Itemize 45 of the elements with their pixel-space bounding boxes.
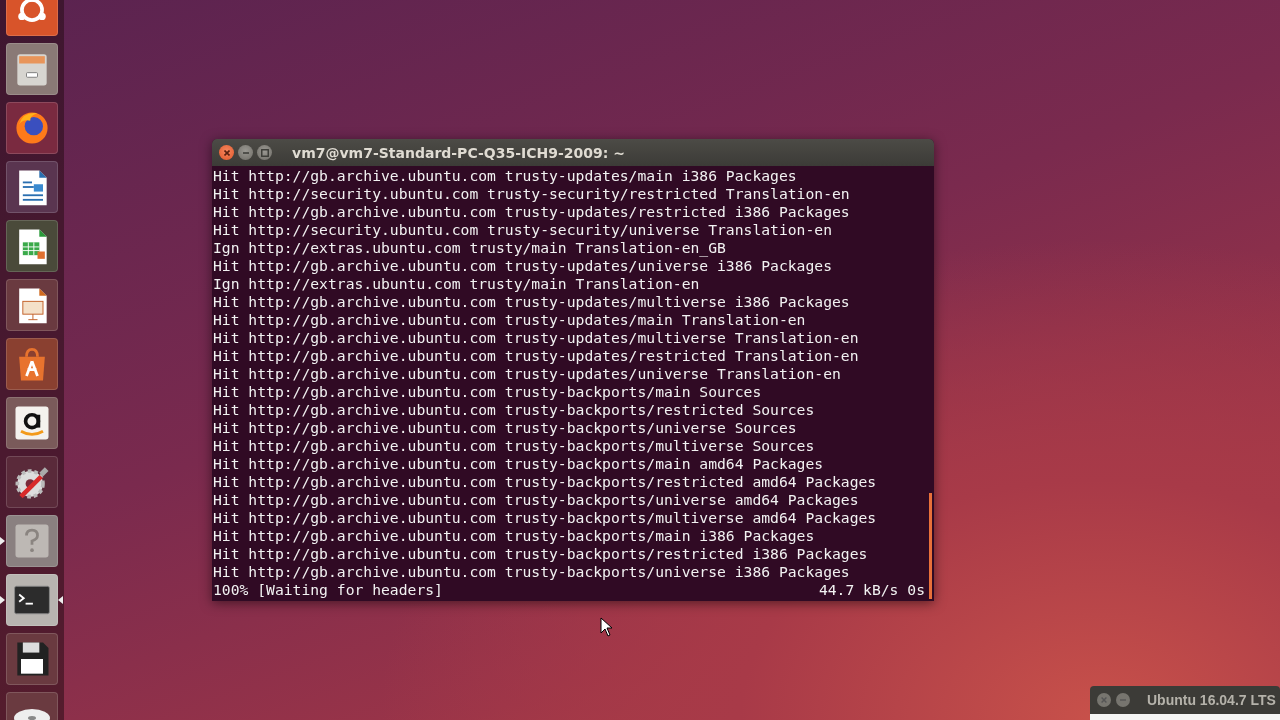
terminal-line: Hit http://gb.archive.ubuntu.com trusty-backports/restricted amd64 Packages [213,473,878,491]
close-icon [223,149,230,156]
launcher-item[interactable] [6,456,58,508]
terminal-line: Hit http://gb.archive.ubuntu.com trusty-backports/multiverse amd64 Packages [213,509,878,527]
terminal-line: Hit http://gb.archive.ubuntu.com trusty-updates/universe i386 Packages [213,257,833,275]
download-speed: 44.7 kB/s 0s [818,581,925,599]
minimize-button[interactable] [238,145,253,160]
progress-text: 100% [Waiting for headers] [213,581,443,599]
terminal-line: Hit http://gb.archive.ubuntu.com trusty-backports/main i386 Packages [213,527,816,545]
terminal-line: Hit http://security.ubuntu.com trusty-security/universe Translation-en [213,221,833,239]
terminal-line: Hit http://gb.archive.ubuntu.com trusty-updates/main i386 Packages [213,167,798,185]
terminal-line: Hit http://gb.archive.ubuntu.com trusty-updates/restricted Translation-en [213,347,860,365]
terminal-line: Hit http://security.ubuntu.com trusty-security/restricted Translation-en [213,185,851,203]
terminal-line: Ign http://extras.ubuntu.com trusty/main Translation-en_GB [213,239,727,257]
terminal-line: Hit http://gb.archive.ubuntu.com trusty-updates/universe Translation-en [213,365,842,383]
launcher-item[interactable] [6,279,58,331]
minimize-button[interactable] [1116,693,1130,707]
launcher-item[interactable] [6,574,58,626]
terminal-line: Hit http://gb.archive.ubuntu.com trusty-updates/main Translation-en [213,311,807,329]
launcher-item[interactable] [6,397,58,449]
terminal-line: Hit http://gb.archive.ubuntu.com trusty-backports/universe i386 Packages [213,563,851,581]
launcher-item[interactable] [6,161,58,213]
terminal-line: Hit http://gb.archive.ubuntu.com trusty-backports/multiverse Sources [213,437,816,455]
terminal-line: Hit http://gb.archive.ubuntu.com trusty-backports/restricted Sources [213,401,816,419]
terminal-line: Hit http://gb.archive.ubuntu.com trusty-updates/multiverse Translation-en [213,329,860,347]
mouse-pointer-icon [600,617,612,637]
window-title: Ubuntu 16.04.7 LTS [1147,692,1276,708]
close-button[interactable] [1097,693,1111,707]
launcher-item[interactable] [6,220,58,272]
minimize-icon [242,151,249,154]
terminal-line: Hit http://gb.archive.ubuntu.com trusty-backports/main amd64 Packages [213,455,825,473]
terminal-line: Hit http://gb.archive.ubuntu.com trusty-backports/restricted i386 Packages [213,545,869,563]
close-button[interactable] [219,145,234,160]
terminal-line: Ign http://extras.ubuntu.com trusty/main Translation-en [213,275,701,293]
window-title: vm7@vm7-Standard-PC-Q35-ICH9-2009: ~ [292,144,625,161]
terminal-line: Hit http://gb.archive.ubuntu.com trusty-updates/restricted i386 Packages [213,203,851,221]
launcher-item[interactable] [6,633,58,685]
terminal-line: Hit http://gb.archive.ubuntu.com trusty-updates/multiverse i386 Packages [213,293,851,311]
maximize-button[interactable] [257,145,272,160]
terminal-line: Hit http://gb.archive.ubuntu.com trusty-backports/universe amd64 Packages [213,491,860,509]
maximize-icon [260,148,269,157]
launcher-item[interactable] [6,338,58,390]
terminal-line: Hit http://gb.archive.ubuntu.com trusty-backports/universe Sources [213,419,798,437]
close-icon [1101,697,1107,703]
terminal-line: Hit http://gb.archive.ubuntu.com trusty-backports/main Sources [213,383,763,401]
